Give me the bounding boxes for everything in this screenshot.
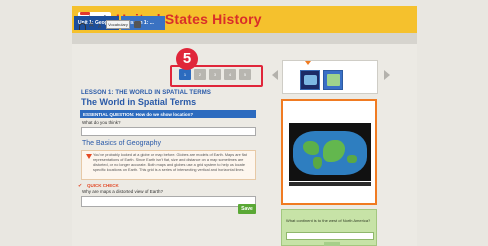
lesson-label: LESSON 1: THE WORLD IN SPATIAL TERMS <box>81 90 211 96</box>
print-icon[interactable] <box>134 21 141 28</box>
font-increase-button[interactable]: A <box>89 21 94 31</box>
page-button-4[interactable]: 4 <box>224 69 236 80</box>
save-button[interactable]: Save <box>238 204 256 214</box>
callout-number-badge: 5 <box>176 48 198 70</box>
video-screen[interactable] <box>289 123 371 181</box>
page-button-2[interactable]: 2 <box>194 69 206 80</box>
media-thumbnail-tray <box>282 60 378 94</box>
media-thumbnail-map[interactable] <box>323 70 343 90</box>
page-navigation: 1 2 3 4 5 <box>173 69 259 83</box>
page-button-3[interactable]: 3 <box>209 69 221 80</box>
headphones-icon[interactable] <box>79 23 86 30</box>
basics-heading: The Basics of Geography <box>82 140 161 147</box>
media-thumbnail-globe[interactable] <box>300 70 320 90</box>
quick-check-question: Why are maps a distorted view of Earth? <box>82 189 164 194</box>
essential-question-prompt: What do you think? <box>82 120 121 125</box>
globe-thumbnail-icon <box>304 75 317 85</box>
basics-text-box: You've probably looked at a globe or map… <box>81 150 256 180</box>
quiz-question: What continent is to the west of North A… <box>286 218 371 223</box>
vocabulary-button[interactable]: Vocabulary <box>106 20 130 29</box>
lesson-title: The World in Spatial Terms <box>81 97 197 107</box>
video-controls-bar[interactable] <box>289 182 371 186</box>
landmass-south-america <box>313 157 322 169</box>
basics-bullet-icon <box>86 154 92 159</box>
media-carousel <box>272 54 390 94</box>
video-player[interactable] <box>281 99 377 205</box>
quick-check-input[interactable] <box>81 196 256 207</box>
basics-body-text: You've probably looked at a globe or map… <box>93 153 247 172</box>
map-thumbnail-icon <box>327 74 340 86</box>
carousel-prev-icon[interactable] <box>272 70 278 80</box>
page-button-5[interactable]: 5 <box>239 69 251 80</box>
landmass-europe-africa <box>323 140 345 162</box>
screenshot-canvas: networks United States History Unit 1: G… <box>0 0 488 246</box>
quiz-panel: What continent is to the west of North A… <box>281 209 377 246</box>
world-map-image <box>293 131 367 175</box>
landmass-australia <box>347 155 357 163</box>
nav-bar <box>72 33 417 44</box>
quick-check-label: QUICK CHECK <box>87 183 119 188</box>
quiz-answer-input[interactable] <box>286 232 374 240</box>
selected-pointer-icon <box>305 61 311 65</box>
font-decrease-button[interactable]: A <box>98 22 101 32</box>
page-button-1[interactable]: 1 <box>179 69 191 80</box>
carousel-next-icon[interactable] <box>384 70 390 80</box>
landmass-north-america <box>303 141 319 155</box>
essential-question-bar: ESSENTIAL QUESTION: How do we show locat… <box>80 110 256 118</box>
lesson-content: LESSON 1: THE WORLD IN SPATIAL TERMS The… <box>78 90 268 246</box>
quiz-submit-button[interactable] <box>324 242 340 246</box>
essential-question-input[interactable] <box>81 127 256 136</box>
